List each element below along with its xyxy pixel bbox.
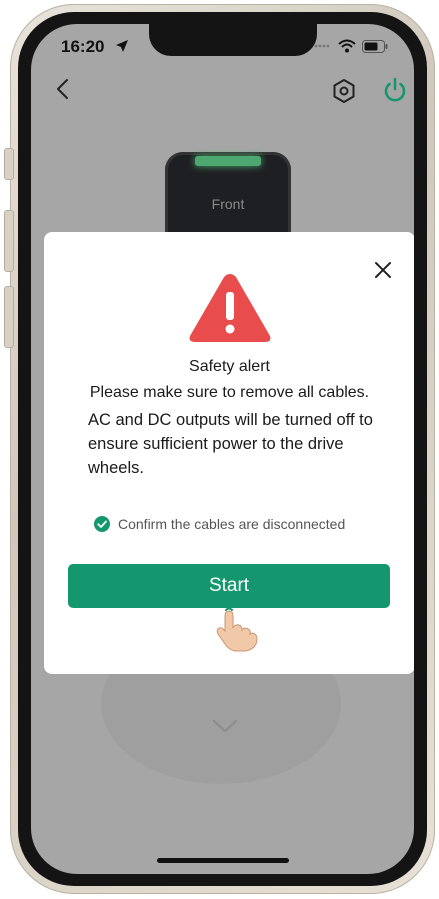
safety-alert-dialog: Safety alert Please make sure to remove … <box>44 232 414 674</box>
confirm-checkbox[interactable]: Confirm the cables are disconnected <box>94 516 345 532</box>
status-icons <box>314 39 388 53</box>
signal-icon <box>314 44 330 48</box>
device-front-label: Front <box>211 196 245 212</box>
dialog-subtitle: Please make sure to remove all cables. <box>89 384 370 401</box>
volume-up-button <box>4 210 14 272</box>
screen: 16:20 Front Safety alert Please make sur… <box>31 24 414 874</box>
warning-icon <box>189 274 271 342</box>
dialog-message: AC and DC outputs will be turned off to … <box>88 411 373 477</box>
wifi-icon <box>338 39 356 53</box>
status-time: 16:20 <box>61 37 105 56</box>
chevron-left-icon[interactable] <box>51 76 77 102</box>
tap-hand-icon <box>216 600 258 652</box>
check-circle-icon <box>94 516 110 532</box>
notch <box>149 24 317 56</box>
battery-icon <box>362 39 388 53</box>
home-indicator[interactable] <box>157 858 289 863</box>
power-icon[interactable] <box>381 76 409 104</box>
device-indicator-light <box>195 156 261 166</box>
volume-down-button <box>4 286 14 348</box>
mute-switch <box>4 148 14 180</box>
dialog-title: Safety alert <box>189 358 270 375</box>
location-arrow-icon <box>116 40 128 52</box>
confirm-label: Confirm the cables are disconnected <box>118 516 346 532</box>
chevron-down-icon <box>212 719 238 733</box>
gear-icon[interactable] <box>331 78 357 104</box>
close-icon[interactable] <box>373 260 393 280</box>
